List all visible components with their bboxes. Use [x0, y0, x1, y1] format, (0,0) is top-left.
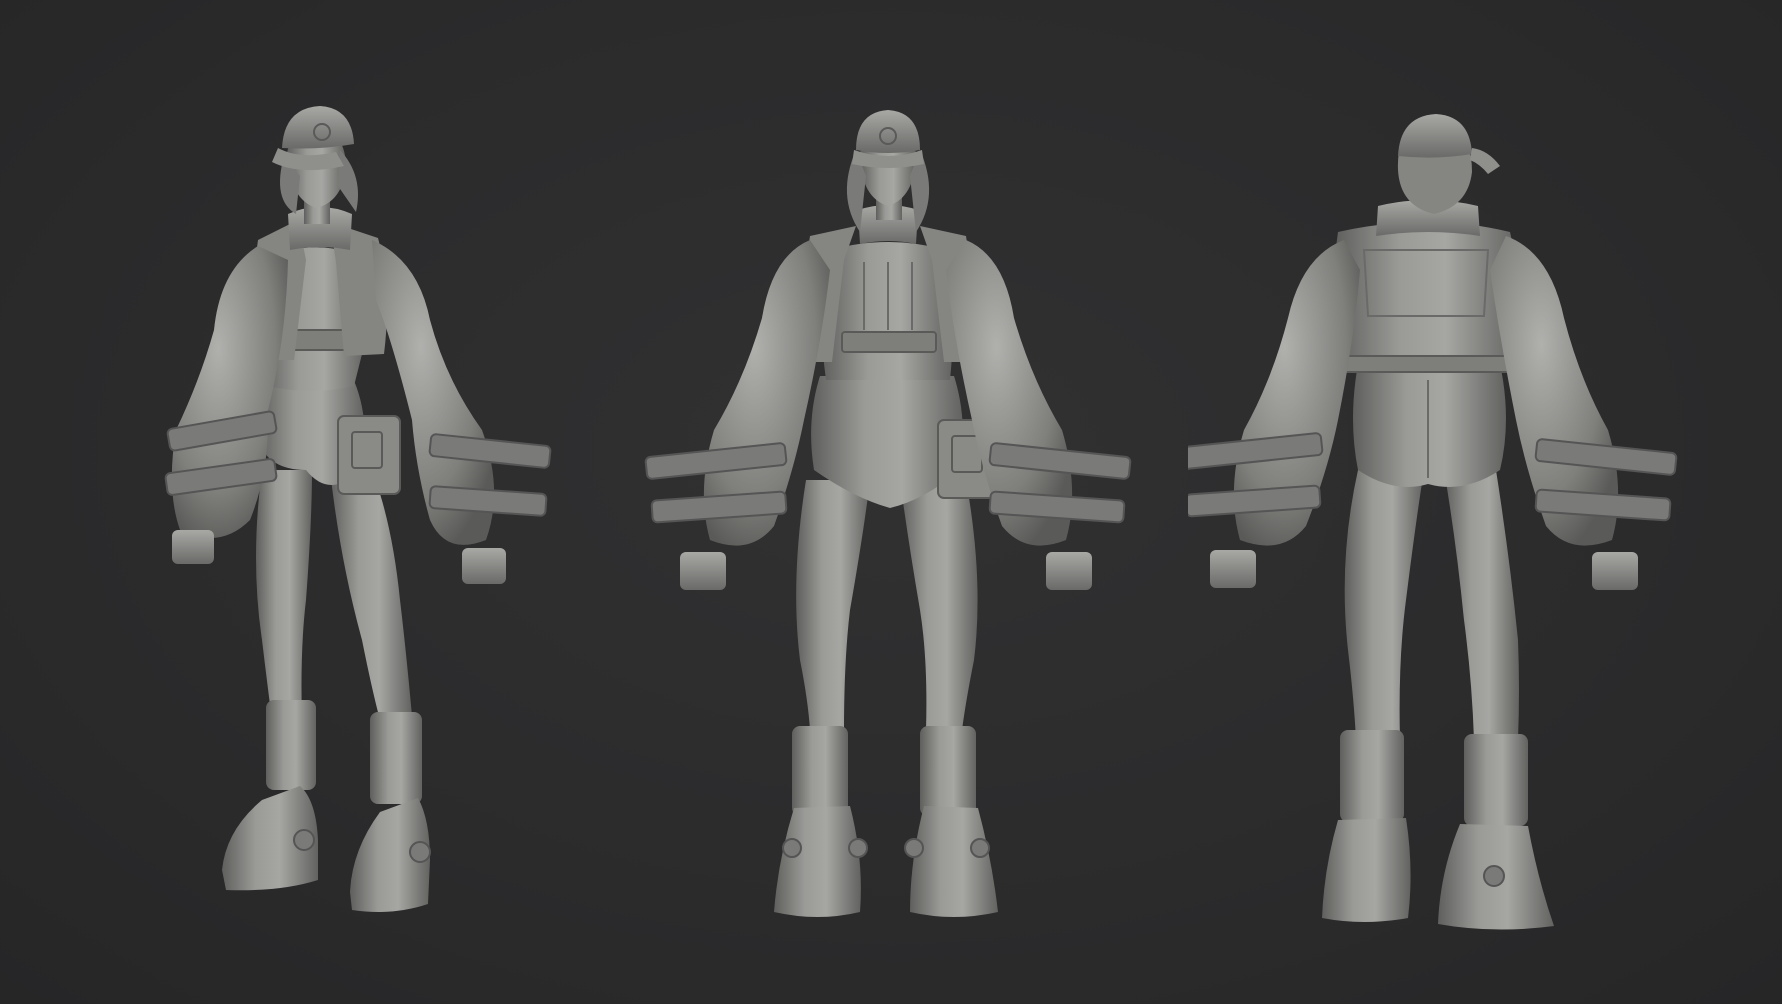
turnaround-canvas	[0, 0, 1782, 1004]
front-sculpt	[644, 110, 1132, 917]
model-view-back	[1188, 0, 1782, 1004]
model-view-three-quarter	[0, 0, 594, 1004]
three-quarter-sculpt	[164, 106, 552, 912]
model-view-front	[594, 0, 1188, 1004]
back-sculpt	[1188, 114, 1678, 930]
